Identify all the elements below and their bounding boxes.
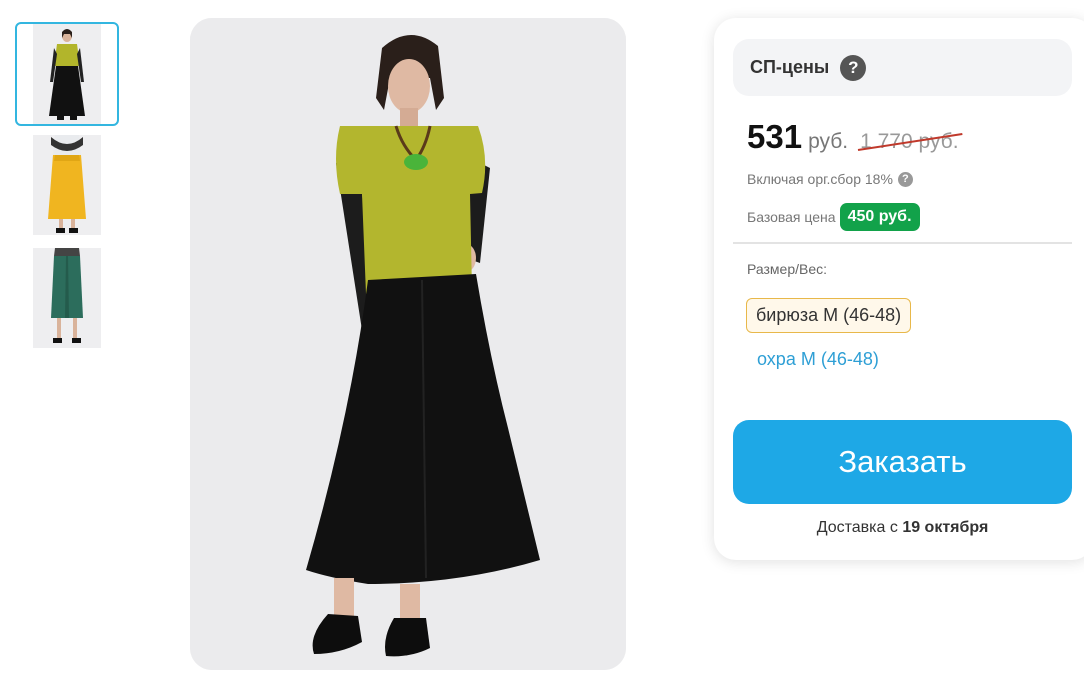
delivery-date: 19 октября [902, 519, 989, 536]
main-product-photo[interactable] [190, 18, 626, 670]
org-fee-row: Включая орг.сбор 18% ? [747, 171, 913, 187]
size-label: Размер/Вес: [747, 261, 828, 277]
size-option[interactable]: охра M (46-48) [757, 349, 879, 370]
sp-prices-label: СП-цены [750, 57, 830, 77]
price-currency: руб. [808, 130, 849, 153]
price-card: СП-цены ? 531 руб. 1 770 руб. Включая ор… [714, 18, 1084, 560]
help-icon[interactable]: ? [840, 54, 867, 81]
base-price-badge: 450 руб. [839, 203, 920, 231]
thumbnail-2-image [33, 135, 101, 235]
order-button[interactable]: Заказать [733, 420, 1072, 504]
sp-prices-box[interactable]: СП-цены ? [733, 39, 1072, 96]
delivery-info: Доставка с 19 октября [733, 519, 1072, 537]
thumbnail-2[interactable] [15, 134, 119, 236]
old-price: 1 770 руб. [857, 130, 963, 154]
base-price-label: Базовая цена [747, 209, 836, 225]
price-row: 531 руб. 1 770 руб. [747, 118, 963, 156]
thumbnail-3-image [33, 248, 101, 348]
thumbnail-1[interactable] [15, 22, 119, 126]
strike-line [857, 133, 963, 151]
size-option-selected[interactable]: бирюза M (46-48) [746, 298, 912, 333]
divider [733, 242, 1072, 244]
fee-help-icon[interactable]: ? [897, 171, 913, 187]
thumbnail-1-image [33, 24, 101, 124]
thumbnail-3[interactable] [15, 247, 119, 349]
org-fee-text: Включая орг.сбор 18% [747, 171, 893, 187]
delivery-prefix: Доставка с [816, 519, 903, 536]
current-price: 531 [747, 118, 803, 155]
product-photo-image [190, 18, 626, 670]
base-price-row: Базовая цена 450 руб. [747, 203, 920, 231]
